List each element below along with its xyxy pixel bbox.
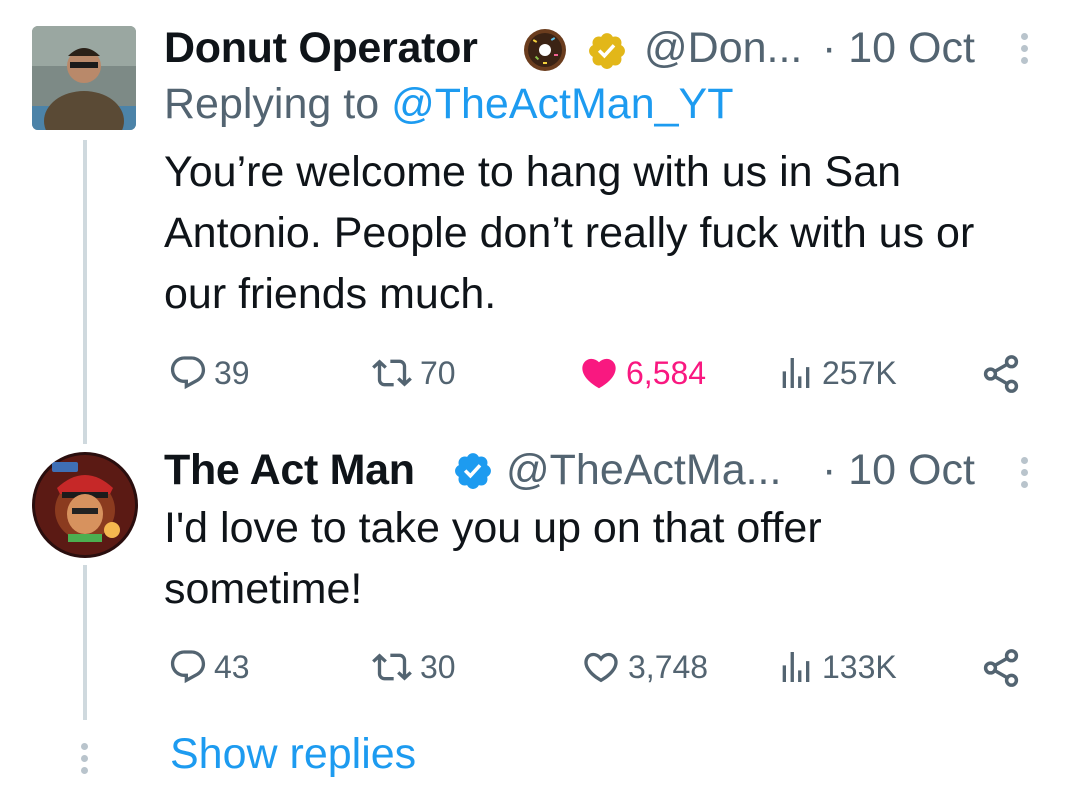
replying-to-handle[interactable]: @TheActMan_YT (391, 80, 733, 128)
views-icon (782, 652, 810, 682)
donut-emoji (521, 26, 569, 74)
views-button[interactable]: 133K (776, 647, 897, 687)
replying-to-label: Replying to (164, 80, 380, 128)
handle[interactable]: @Don... (644, 24, 802, 72)
thread-line (83, 140, 87, 444)
tweet-text: You’re welcome to hang with us in San An… (164, 148, 975, 318)
like-button[interactable]: 3,748 (580, 647, 708, 687)
like-count: 6,584 (626, 354, 707, 391)
retweet-button[interactable]: 70 (370, 353, 456, 393)
retweet-icon (372, 653, 412, 681)
avatar[interactable] (32, 452, 138, 558)
like-button[interactable]: 6,584 (578, 353, 706, 393)
thread-dots-icon (79, 738, 89, 779)
display-name[interactable]: The Act Man (164, 446, 415, 494)
retweet-button[interactable]: 30 (370, 647, 456, 687)
views-button[interactable]: 257K (776, 353, 897, 393)
reply-count: 39 (214, 354, 250, 391)
reply-button[interactable]: 43 (168, 647, 250, 687)
replying-to: Replying to @TheActMan_YT (164, 80, 733, 128)
reply-button[interactable]: 39 (168, 353, 250, 393)
more-options-icon[interactable] (1019, 28, 1029, 69)
thread-line (83, 565, 87, 720)
share-icon (983, 355, 1019, 393)
more-options-icon[interactable] (1019, 452, 1029, 493)
like-count: 3,748 (628, 648, 709, 685)
share-button[interactable] (980, 353, 1022, 395)
avatar[interactable] (32, 26, 136, 130)
retweet-count: 70 (420, 354, 456, 391)
share-button[interactable] (980, 647, 1022, 689)
display-name[interactable]: Donut Operator (164, 24, 478, 72)
reply-icon (170, 650, 206, 684)
views-icon (782, 358, 810, 388)
views-count: 133K (822, 648, 897, 685)
handle[interactable]: @TheActMa... (506, 446, 781, 494)
verified-badge-icon[interactable] (586, 30, 628, 72)
heart-filled-icon (582, 358, 616, 389)
show-replies-link[interactable]: Show replies (170, 730, 416, 779)
reply-count: 43 (214, 648, 250, 685)
reply-icon (170, 356, 206, 390)
retweet-count: 30 (420, 648, 456, 685)
retweet-icon (372, 359, 412, 387)
tweet-text: I'd love to take you up on that offer so… (164, 504, 822, 613)
timestamp[interactable]: · 10 Oct (822, 24, 975, 72)
heart-icon (584, 652, 618, 683)
verified-badge-icon[interactable] (452, 450, 494, 492)
views-count: 257K (822, 354, 897, 391)
timestamp[interactable]: · 10 Oct (822, 446, 975, 494)
share-icon (983, 649, 1019, 687)
